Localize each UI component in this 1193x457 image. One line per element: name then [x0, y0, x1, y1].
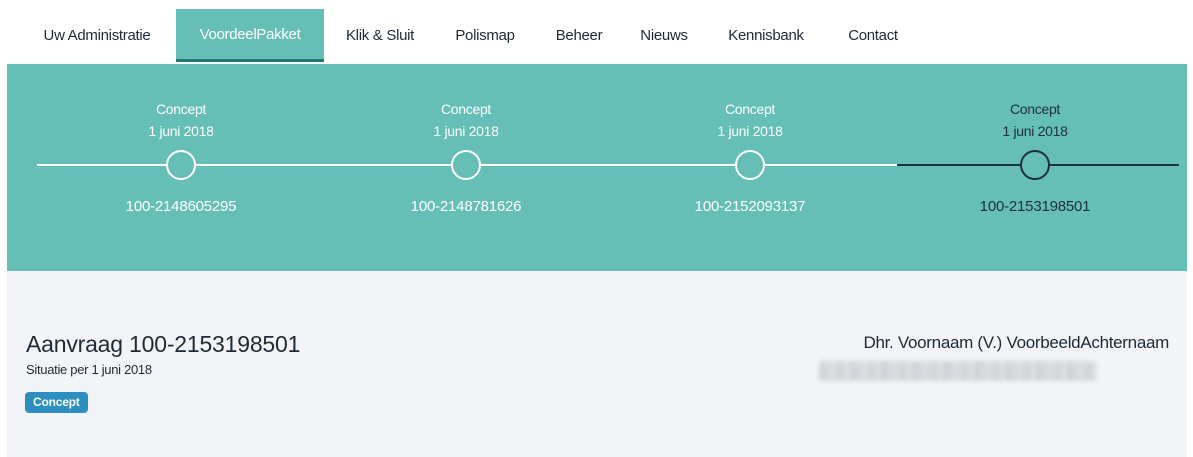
timeline-step-4-label: Concept 1 juni 2018: [915, 98, 1155, 142]
main-navigation: Uw Administratie VoordeelPakket Klik & S…: [0, 0, 1193, 64]
timeline-step-4-number[interactable]: 100-2153198501: [915, 198, 1155, 215]
status-badge: Concept: [25, 392, 88, 413]
step-date: 1 juni 2018: [148, 123, 214, 139]
timeline-node-2[interactable]: [451, 150, 481, 180]
nav-tab-klik-sluit[interactable]: Klik & Sluit: [330, 9, 430, 62]
nav-tab-polismap[interactable]: Polismap: [436, 9, 534, 62]
timeline-node-4[interactable]: [1020, 150, 1050, 180]
nav-tab-contact[interactable]: Contact: [828, 9, 918, 62]
application-timeline: Concept 1 juni 2018 Concept 1 juni 2018 …: [7, 64, 1187, 271]
step-status: Concept: [724, 101, 776, 117]
timeline-node-3[interactable]: [735, 150, 765, 180]
timeline-node-1[interactable]: [166, 150, 196, 180]
step-date: 1 juni 2018: [1002, 123, 1068, 139]
timeline-step-1-label: Concept 1 juni 2018: [61, 98, 301, 142]
timeline-step-2-label: Concept 1 juni 2018: [346, 98, 586, 142]
customer-address-redacted: [819, 361, 1097, 381]
step-status: Concept: [1009, 101, 1061, 117]
step-status: Concept: [155, 101, 207, 117]
step-date: 1 juni 2018: [717, 123, 783, 139]
timeline-step-3-number[interactable]: 100-2152093137: [630, 198, 870, 215]
step-status: Concept: [440, 101, 492, 117]
application-situation-date: Situatie per 1 juni 2018: [26, 362, 152, 377]
nav-tab-voordeelpakket[interactable]: VoordeelPakket: [176, 9, 324, 62]
timeline-step-1-number[interactable]: 100-2148605295: [61, 198, 301, 215]
nav-tab-beheer[interactable]: Beheer: [540, 9, 618, 62]
timeline-track: [37, 150, 1179, 180]
nav-tab-uw-administratie[interactable]: Uw Administratie: [24, 9, 170, 62]
application-details-panel: Aanvraag 100-2153198501 Situatie per 1 j…: [7, 271, 1187, 457]
application-title: Aanvraag 100-2153198501: [26, 331, 301, 357]
nav-tab-nieuws[interactable]: Nieuws: [624, 9, 704, 62]
step-date: 1 juni 2018: [433, 123, 499, 139]
timeline-step-3-label: Concept 1 juni 2018: [630, 98, 870, 142]
customer-name: Dhr. Voornaam (V.) VoorbeeldAchternaam: [863, 333, 1170, 352]
timeline-step-2-number[interactable]: 100-2148781626: [346, 198, 586, 215]
nav-tab-kennisbank[interactable]: Kennisbank: [710, 9, 822, 62]
